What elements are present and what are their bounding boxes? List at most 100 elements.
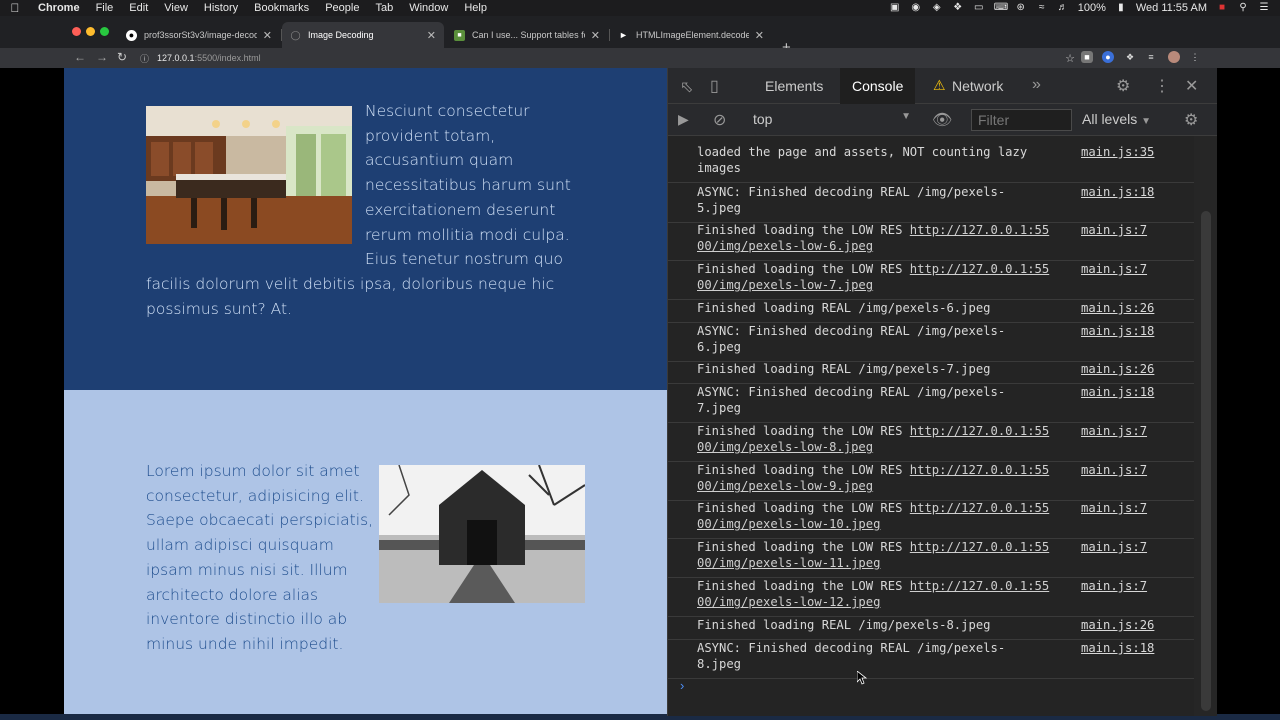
close-window-button[interactable] <box>72 27 81 36</box>
notification-center-icon[interactable]: ☰ <box>1258 3 1270 13</box>
kebab-menu-icon[interactable]: ⋮ <box>1154 76 1170 96</box>
console-url-link[interactable]: http://127.0.0.1:55 <box>910 501 1049 515</box>
log-levels-dropdown[interactable]: All levels ▼ <box>1082 111 1151 127</box>
filter-input[interactable] <box>971 109 1072 131</box>
console-log-row: Finished loading the LOW RES http://127.… <box>668 222 1194 261</box>
address-bar[interactable]: ⓘ 127.0.0.1:5500/index.html ☆ <box>140 49 1075 67</box>
menu-help[interactable]: Help <box>456 2 495 14</box>
console-source-link[interactable]: main.js:26 <box>1081 300 1154 316</box>
console-source-link[interactable]: main.js:7 <box>1081 462 1147 478</box>
avatar[interactable] <box>1168 51 1180 63</box>
apple-icon[interactable]:  <box>0 1 30 15</box>
menu-view[interactable]: View <box>156 2 196 14</box>
console-source-link[interactable]: main.js:18 <box>1081 184 1154 200</box>
console-url-link-cont[interactable]: 00/img/pexels-low-9.jpeg <box>697 478 1049 494</box>
menu-edit[interactable]: Edit <box>121 2 156 14</box>
section2-line: ullam adipisci quisquam <box>146 536 334 555</box>
cast-icon[interactable]: ▭ <box>973 3 985 13</box>
menu-app-name[interactable]: Chrome <box>30 2 88 14</box>
console-source-link[interactable]: main.js:18 <box>1081 323 1154 339</box>
menu-file[interactable]: File <box>88 2 122 14</box>
inspect-element-icon[interactable]: ⬁ <box>680 77 693 97</box>
console-source-link[interactable]: main.js:26 <box>1081 361 1154 377</box>
wifi-icon[interactable]: ≈ <box>1036 3 1048 13</box>
close-devtools-icon[interactable]: ✕ <box>1185 76 1198 96</box>
console-source-link[interactable]: main.js:7 <box>1081 423 1147 439</box>
zoom-window-button[interactable] <box>100 27 109 36</box>
clock[interactable]: Wed 11:55 AM <box>1136 2 1207 14</box>
dropbox-icon[interactable]: ❖ <box>952 3 964 13</box>
settings-gear-icon[interactable]: ⚙ <box>1116 76 1130 96</box>
console-url-link[interactable]: http://127.0.0.1:55 <box>910 424 1049 438</box>
clear-console-icon[interactable]: ⊘ <box>713 110 726 130</box>
console-url-link-cont[interactable]: 00/img/pexels-low-10.jpeg <box>697 516 1049 532</box>
menu-bookmarks[interactable]: Bookmarks <box>246 2 317 14</box>
record-icon[interactable]: ◉ <box>910 3 922 13</box>
keyboard-icon[interactable]: ⌨ <box>994 3 1008 13</box>
close-tab-icon[interactable]: ✕ <box>755 29 764 42</box>
menu-tab[interactable]: Tab <box>367 2 401 14</box>
console-source-link[interactable]: main.js:26 <box>1081 617 1154 633</box>
console-source-link[interactable]: main.js:7 <box>1081 500 1147 516</box>
console-source-link[interactable]: main.js:18 <box>1081 640 1154 656</box>
tab-network[interactable]: Network <box>952 68 1003 104</box>
console-source-link[interactable]: main.js:7 <box>1081 222 1147 238</box>
extension-blue-icon[interactable]: ● <box>1102 51 1114 63</box>
console-url-link-cont[interactable]: 00/img/pexels-low-8.jpeg <box>697 439 1049 455</box>
more-menu-icon[interactable]: ⋮ <box>1189 51 1201 63</box>
tab-github[interactable]: ● prof3ssorSt3v3/image-decode ✕ <box>118 22 280 48</box>
device-toolbar-icon[interactable]: ▯ <box>710 76 719 96</box>
sidebar-toggle-icon[interactable]: ▶ <box>678 111 689 128</box>
tab-image-decoding[interactable]: ◯ Image Decoding ✕ <box>282 22 444 48</box>
console-source-link[interactable]: main.js:7 <box>1081 539 1147 555</box>
extension-icon[interactable]: ■ <box>1081 51 1093 63</box>
bookmark-star-icon[interactable]: ☆ <box>1065 52 1075 65</box>
console-url-link-cont[interactable]: 00/img/pexels-low-11.jpeg <box>697 555 1049 571</box>
reload-icon[interactable]: ↻ <box>117 50 127 64</box>
console-prompt-icon[interactable]: › <box>680 678 684 693</box>
bluetooth-icon[interactable]: ⊛ <box>1015 3 1027 13</box>
close-tab-icon[interactable]: ✕ <box>427 29 436 42</box>
console-url-link[interactable]: http://127.0.0.1:55 <box>910 262 1049 276</box>
tab-mdn[interactable]: ► HTMLImageElement.decode() ✕ <box>610 22 772 48</box>
console-scrollbar[interactable] <box>1194 136 1217 716</box>
close-tab-icon[interactable]: ✕ <box>263 29 272 42</box>
tab-console[interactable]: Console <box>840 68 916 104</box>
console-source-link[interactable]: main.js:7 <box>1081 578 1147 594</box>
console-source-link[interactable]: main.js:7 <box>1081 261 1147 277</box>
live-expression-eye-icon[interactable]: 👁 <box>932 110 952 130</box>
shield-icon[interactable]: ◈ <box>931 3 943 13</box>
site-info-icon[interactable]: ⓘ <box>140 52 149 65</box>
console-url-link-cont[interactable]: 00/img/pexels-low-12.jpeg <box>697 594 1049 610</box>
camera-icon[interactable]: ▣ <box>889 3 901 13</box>
console-source-link[interactable]: main.js:18 <box>1081 384 1154 400</box>
volume-icon[interactable]: ♬ <box>1057 3 1069 13</box>
menu-window[interactable]: Window <box>401 2 456 14</box>
extensions-puzzle-icon[interactable]: ❖ <box>1124 51 1136 63</box>
console-url-link-cont[interactable]: 00/img/pexels-low-7.jpeg <box>697 277 1049 293</box>
tab-elements[interactable]: Elements <box>765 68 823 104</box>
console-settings-icon[interactable]: ⚙ <box>1184 110 1198 130</box>
context-selector[interactable]: top ▼ <box>753 111 911 129</box>
tab-caniuse[interactable]: ■ Can I use... Support tables for ✕ <box>446 22 608 48</box>
flag-icon[interactable]: ■ <box>1216 3 1228 13</box>
more-tabs-icon[interactable]: » <box>1032 76 1041 94</box>
spotlight-search-icon[interactable]: ⚲ <box>1237 3 1249 13</box>
forward-arrow-icon[interactable]: → <box>96 50 108 64</box>
minimize-window-button[interactable] <box>86 27 95 36</box>
console-source-link[interactable]: main.js:35 <box>1081 144 1154 160</box>
menu-history[interactable]: History <box>196 2 246 14</box>
console-url-link[interactable]: http://127.0.0.1:55 <box>910 223 1049 237</box>
console-messages[interactable]: loaded the page and assets, NOT counting… <box>668 136 1194 716</box>
console-url-link[interactable]: http://127.0.0.1:55 <box>910 463 1049 477</box>
media-icon[interactable]: ≡ <box>1145 51 1157 63</box>
console-url-link[interactable]: http://127.0.0.1:55 <box>910 540 1049 554</box>
console-url-link[interactable]: http://127.0.0.1:55 <box>910 579 1049 593</box>
menu-people[interactable]: People <box>317 2 367 14</box>
battery-icon[interactable]: ▮ <box>1115 3 1127 13</box>
console-log-row: ASYNC: Finished decoding REAL /img/pexel… <box>668 323 1194 362</box>
back-arrow-icon[interactable]: ← <box>74 50 86 64</box>
console-url-link-cont[interactable]: 00/img/pexels-low-6.jpeg <box>697 238 1049 254</box>
scrollbar-thumb[interactable] <box>1201 211 1211 711</box>
close-tab-icon[interactable]: ✕ <box>591 29 600 42</box>
